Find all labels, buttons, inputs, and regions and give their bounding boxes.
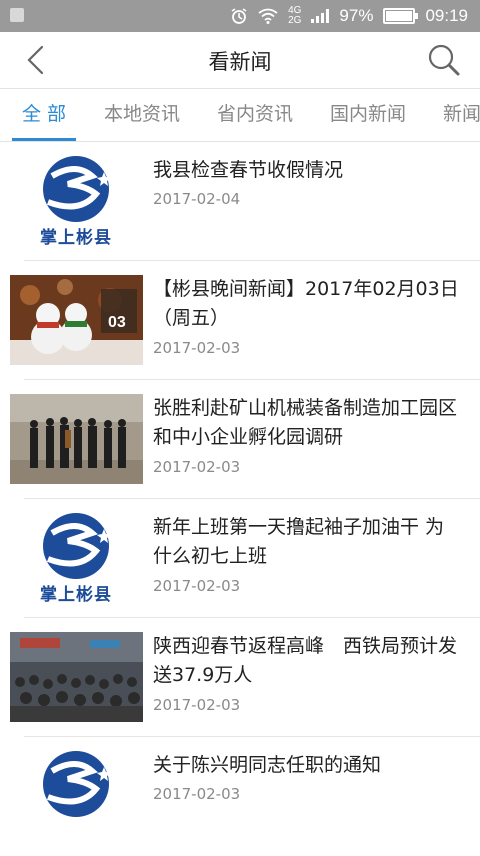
thumb-badge: 03: [108, 314, 126, 331]
news-date: 2017-02-03: [153, 785, 241, 803]
tab-label: 省内资讯: [217, 103, 294, 125]
crowd-image: [10, 632, 143, 722]
group-photo-image: [10, 394, 143, 484]
clock: 09:19: [425, 6, 468, 25]
app-logo: 掌上彬县: [26, 513, 126, 605]
news-title: 我县检查春节收假情况: [153, 159, 344, 181]
tab-local-news[interactable]: 本地资讯: [104, 89, 180, 141]
tab-active-indicator: [12, 138, 77, 141]
list-item[interactable]: 张胜利赴矿山机械装备制造加工园区和中小企业孵化园调研 2017-02-03: [0, 380, 480, 499]
news-date: 2017-02-03: [153, 577, 241, 595]
alarm-icon: [231, 8, 247, 24]
logo-caption: 掌上彬县: [40, 585, 112, 605]
news-title: 陕西迎春节返程高峰 西铁局预计发送37.9万人: [153, 635, 458, 686]
list-item[interactable]: 掌上彬县 新年上班第一天撸起袖子加油干 为什么初七上班 2017-02-03: [0, 499, 480, 618]
app-logo: 掌上彬县: [26, 156, 126, 248]
status-right: 4G 2G 97% 09:19: [230, 6, 468, 26]
news-date: 2017-02-03: [153, 696, 241, 714]
tab-province-news[interactable]: 省内资讯: [217, 89, 293, 141]
news-title: 张胜利赴矿山机械装备制造加工园区和中小企业孵化园调研: [153, 397, 458, 448]
tab-label: 本地资讯: [104, 103, 181, 125]
app-logo: [26, 751, 126, 843]
news-thumbnail: [10, 394, 143, 484]
status-bar: 4G 2G 97% 09:19: [0, 0, 480, 32]
list-item[interactable]: 掌上彬县 我县检查春节收假情况 2017-02-04: [0, 142, 480, 261]
signal-icon: [311, 9, 330, 23]
wifi-icon: [258, 8, 278, 24]
news-title: 关于陈兴明同志任职的通知: [153, 754, 382, 776]
category-tabs: 全 部 本地资讯 省内资讯 国内新闻 新闻: [0, 89, 480, 142]
tab-all[interactable]: 全 部: [12, 89, 77, 141]
logo-caption: 掌上彬县: [40, 228, 112, 248]
network-type-bottom: 2G: [288, 15, 302, 26]
tab-label: 新闻: [443, 103, 480, 125]
news-title: 【彬县晚间新闻】2017年02月03日（周五）: [153, 278, 459, 329]
snowmen-image: 03: [10, 275, 143, 365]
tab-domestic-news[interactable]: 国内新闻: [330, 89, 406, 141]
battery-icon: [383, 8, 419, 24]
list-item[interactable]: 03 【彬县晚间新闻】2017年02月03日（周五） 2017-02-03: [0, 261, 480, 380]
logo-icon: [43, 751, 111, 817]
app-header: 看新闻: [0, 32, 480, 89]
battery-percent: 97%: [339, 6, 374, 25]
tab-label: 国内新闻: [330, 103, 407, 125]
list-item[interactable]: 关于陈兴明同志任职的通知 2017-02-03: [0, 737, 480, 856]
list-item[interactable]: 陕西迎春节返程高峰 西铁局预计发送37.9万人 2017-02-03: [0, 618, 480, 737]
news-date: 2017-02-03: [153, 458, 241, 476]
tab-label: 全 部: [22, 103, 67, 125]
news-thumbnail: 03: [10, 275, 143, 365]
news-title: 新年上班第一天撸起袖子加油干 为什么初七上班: [153, 516, 445, 567]
notification-icon: [10, 8, 24, 22]
logo-icon: [43, 513, 111, 579]
news-date: 2017-02-03: [153, 339, 241, 357]
logo-icon: [43, 156, 111, 222]
page-title: 看新闻: [208, 50, 272, 74]
news-date: 2017-02-04: [153, 190, 241, 208]
news-list: 掌上彬县 我县检查春节收假情况 2017-02-04 03 【彬县晚间新闻】20…: [0, 142, 480, 856]
news-thumbnail: [10, 632, 143, 722]
network-type: 4G 2G: [288, 6, 301, 26]
tab-news[interactable]: 新闻: [443, 89, 480, 141]
search-icon[interactable]: [426, 42, 462, 78]
